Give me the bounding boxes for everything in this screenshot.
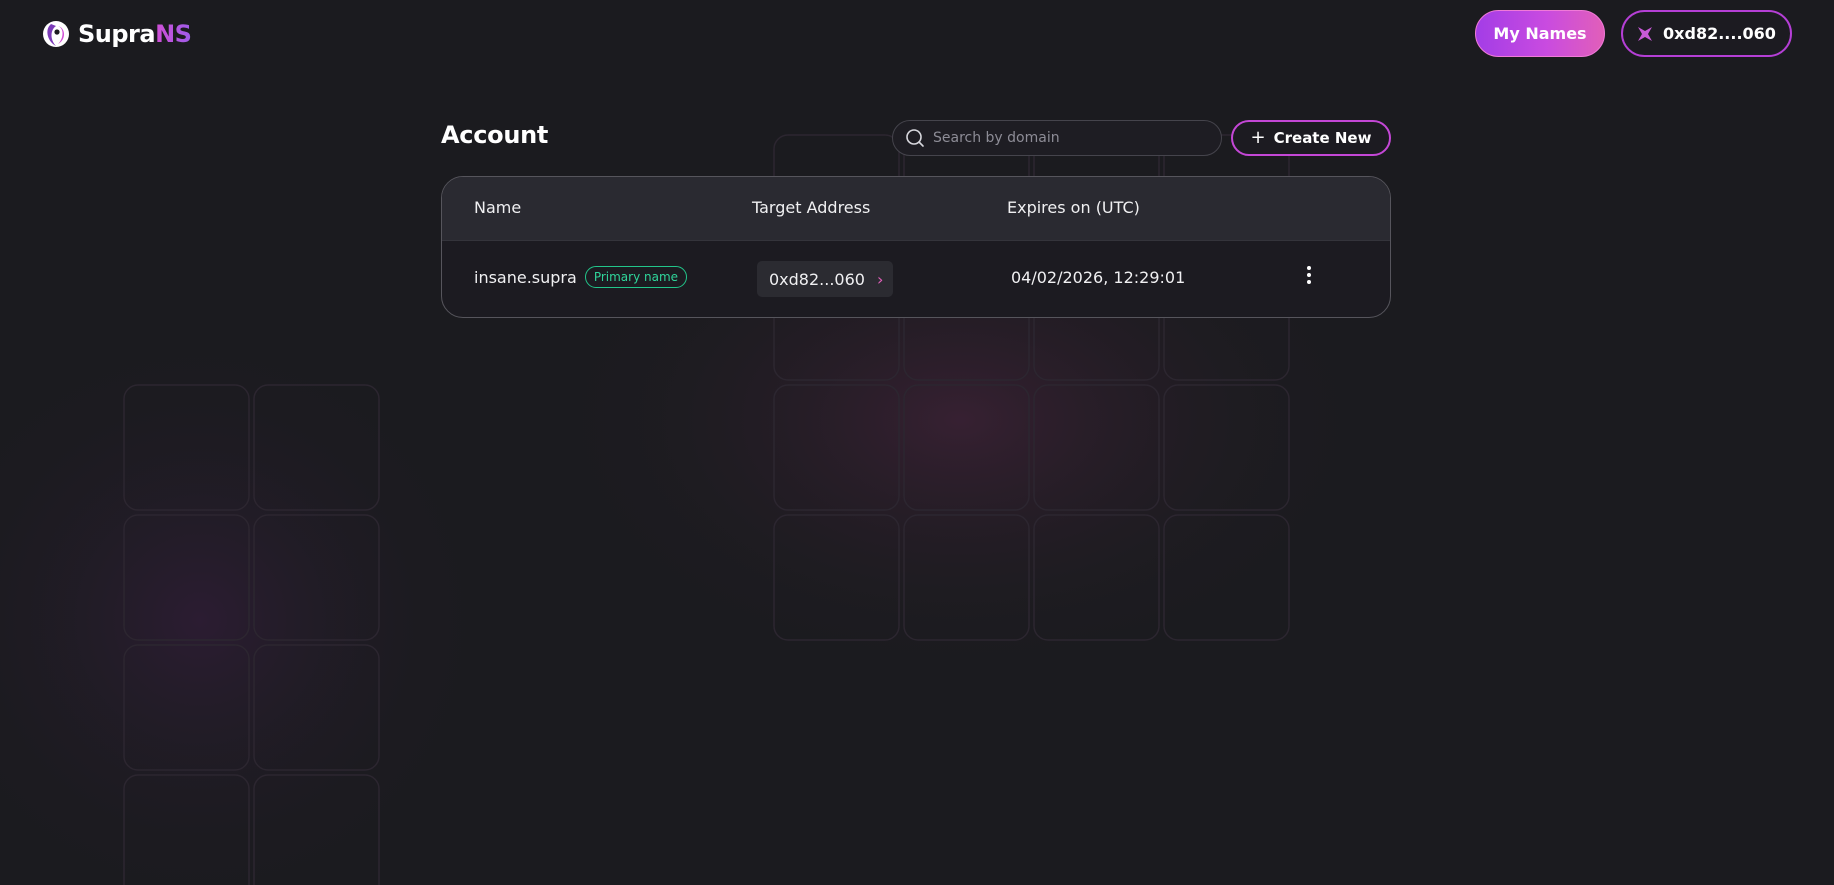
wallet-button[interactable]: 0xd82....060 [1621, 10, 1792, 57]
create-new-label: Create New [1273, 129, 1372, 147]
table-header: Name Target Address Expires on (UTC) [442, 177, 1390, 241]
brand-name-accent: NS [155, 20, 192, 48]
my-names-label: My Names [1493, 24, 1587, 43]
target-address-chip[interactable]: 0xd82...060 › [757, 261, 893, 297]
create-new-button[interactable]: + Create New [1231, 120, 1391, 156]
top-bar: SupraNS My Names 0xd82....060 [0, 0, 1834, 68]
more-vertical-icon-dot [1307, 280, 1311, 284]
names-table: Name Target Address Expires on (UTC) ins… [441, 176, 1391, 318]
expires-date: 04/02/2026, 12:29:01 [1011, 268, 1186, 287]
column-header-target-address: Target Address [752, 198, 871, 217]
primary-name-badge: Primary name [584, 266, 688, 288]
more-vertical-icon-dot [1307, 273, 1311, 277]
brand-logo[interactable]: SupraNS [40, 16, 192, 52]
target-address: 0xd82...060 [769, 269, 865, 289]
supra-star-icon [1638, 26, 1653, 41]
brand-name-primary: Supra [78, 20, 156, 48]
my-names-button[interactable]: My Names [1475, 10, 1605, 57]
more-options-button[interactable] [1299, 260, 1319, 290]
table-row: insane.supra Primary name 0xd82...060 › … [442, 241, 1390, 317]
brand-name: SupraNS [78, 20, 192, 48]
search-input[interactable] [933, 130, 1203, 146]
name-cell: insane.supra Primary name [474, 266, 688, 288]
column-header-expires: Expires on (UTC) [1007, 198, 1140, 217]
chevron-right-icon: › [876, 269, 884, 289]
page-title: Account [441, 121, 549, 149]
search-icon [906, 129, 924, 147]
supra-logo-icon [43, 21, 69, 47]
plus-icon: + [1250, 127, 1266, 148]
domain-name[interactable]: insane.supra [474, 268, 577, 287]
search-box[interactable] [892, 120, 1222, 156]
more-vertical-icon [1307, 266, 1311, 270]
column-header-name: Name [474, 198, 522, 217]
wallet-address: 0xd82....060 [1663, 24, 1776, 43]
